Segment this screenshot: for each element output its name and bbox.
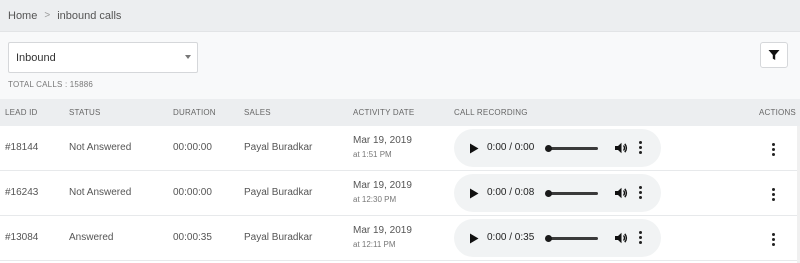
dot (639, 151, 642, 154)
header-duration: DURATION (173, 108, 216, 117)
player-more-options-icon[interactable] (639, 141, 642, 154)
row-actions-menu-icon[interactable] (772, 188, 775, 201)
breadcrumb-current: inbound calls (57, 9, 122, 22)
activity-date-day: Mar 19, 2019 (353, 225, 412, 236)
activity-date: Mar 19, 2019 at 12:11 PM (353, 225, 412, 249)
call-duration: 00:00:00 (173, 142, 212, 153)
call-type-selected-value: Inbound (16, 51, 56, 64)
lead-id[interactable]: #16243 (5, 187, 38, 198)
progress-thumb[interactable] (545, 145, 552, 152)
call-status: Not Answered (69, 142, 132, 153)
call-duration: 00:00:00 (173, 187, 212, 198)
header-lead-id: LEAD ID (5, 108, 38, 117)
sales-person: Payal Buradkar (244, 187, 313, 198)
call-status: Not Answered (69, 187, 132, 198)
activity-date-day: Mar 19, 2019 (353, 135, 412, 146)
dot (772, 233, 775, 236)
dot (772, 193, 775, 196)
recording-progress-slider[interactable] (545, 145, 598, 152)
header-activity-date: ACTIVITY DATE (353, 108, 415, 117)
filter-bar: Inbound TOTAL CALLS : 15886 (0, 32, 800, 99)
dot (772, 153, 775, 156)
volume-icon[interactable] (614, 141, 628, 155)
dot (772, 238, 775, 241)
header-actions: ACTIONS (759, 108, 796, 117)
activity-date: Mar 19, 2019 at 12:30 PM (353, 180, 412, 204)
dot (639, 191, 642, 194)
breadcrumb: Home > inbound calls (0, 0, 800, 32)
dropdown-caret-icon (185, 55, 191, 59)
audio-player: 0:00 / 0:00 (454, 129, 661, 167)
call-duration: 00:00:35 (173, 232, 212, 243)
dot (639, 236, 642, 239)
activity-date-time: at 12:30 PM (353, 195, 397, 204)
activity-date-time: at 12:11 PM (353, 240, 396, 249)
filter-button[interactable] (760, 42, 788, 68)
progress-thumb[interactable] (545, 235, 552, 242)
breadcrumb-separator: > (44, 10, 51, 21)
recording-time: 0:00 / 0:00 (487, 142, 535, 153)
sales-person: Payal Buradkar (244, 142, 313, 153)
lead-id[interactable]: #13084 (5, 232, 38, 243)
play-icon[interactable] (469, 233, 479, 244)
table-header: LEAD ID STATUS DURATION SALES ACTIVITY D… (0, 99, 800, 126)
recording-time: 0:00 / 0:35 (487, 232, 535, 243)
dot (772, 143, 775, 146)
dot (639, 241, 642, 244)
dot (772, 198, 775, 201)
activity-date-day: Mar 19, 2019 (353, 180, 412, 191)
dot (772, 243, 775, 246)
table-row: #13084 Answered 00:00:35 Payal Buradkar … (0, 216, 800, 261)
dot (772, 188, 775, 191)
play-icon[interactable] (469, 188, 479, 199)
call-status: Answered (69, 232, 114, 243)
recording-time: 0:00 / 0:08 (487, 187, 535, 198)
header-sales: SALES (244, 108, 271, 117)
audio-player: 0:00 / 0:08 (454, 174, 661, 212)
dot (772, 148, 775, 151)
volume-icon[interactable] (614, 231, 628, 245)
audio-player: 0:00 / 0:35 (454, 219, 661, 257)
player-more-options-icon[interactable] (639, 231, 642, 244)
activity-date: Mar 19, 2019 at 1:51 PM (353, 135, 412, 159)
dot (639, 196, 642, 199)
recording-progress-slider[interactable] (545, 235, 598, 242)
header-status: STATUS (69, 108, 101, 117)
progress-thumb[interactable] (545, 190, 552, 197)
activity-date-time: at 1:51 PM (353, 150, 392, 159)
player-more-options-icon[interactable] (639, 186, 642, 199)
total-calls-count: TOTAL CALLS : 15886 (8, 80, 94, 89)
dot (639, 141, 642, 144)
call-type-select[interactable]: Inbound (8, 42, 198, 73)
lead-id[interactable]: #18144 (5, 142, 38, 153)
dot (639, 186, 642, 189)
row-actions-menu-icon[interactable] (772, 143, 775, 156)
dot (639, 146, 642, 149)
table-row: #18144 Not Answered 00:00:00 Payal Burad… (0, 126, 800, 171)
breadcrumb-home-link[interactable]: Home (8, 10, 37, 22)
recording-progress-slider[interactable] (545, 190, 598, 197)
dot (639, 231, 642, 234)
table-row: #16243 Not Answered 00:00:00 Payal Burad… (0, 171, 800, 216)
play-icon[interactable] (469, 143, 479, 154)
row-actions-menu-icon[interactable] (772, 233, 775, 246)
filter-funnel-icon (768, 50, 780, 60)
sales-person: Payal Buradkar (244, 232, 313, 243)
header-call-recording: CALL RECORDING (454, 108, 528, 117)
volume-icon[interactable] (614, 186, 628, 200)
